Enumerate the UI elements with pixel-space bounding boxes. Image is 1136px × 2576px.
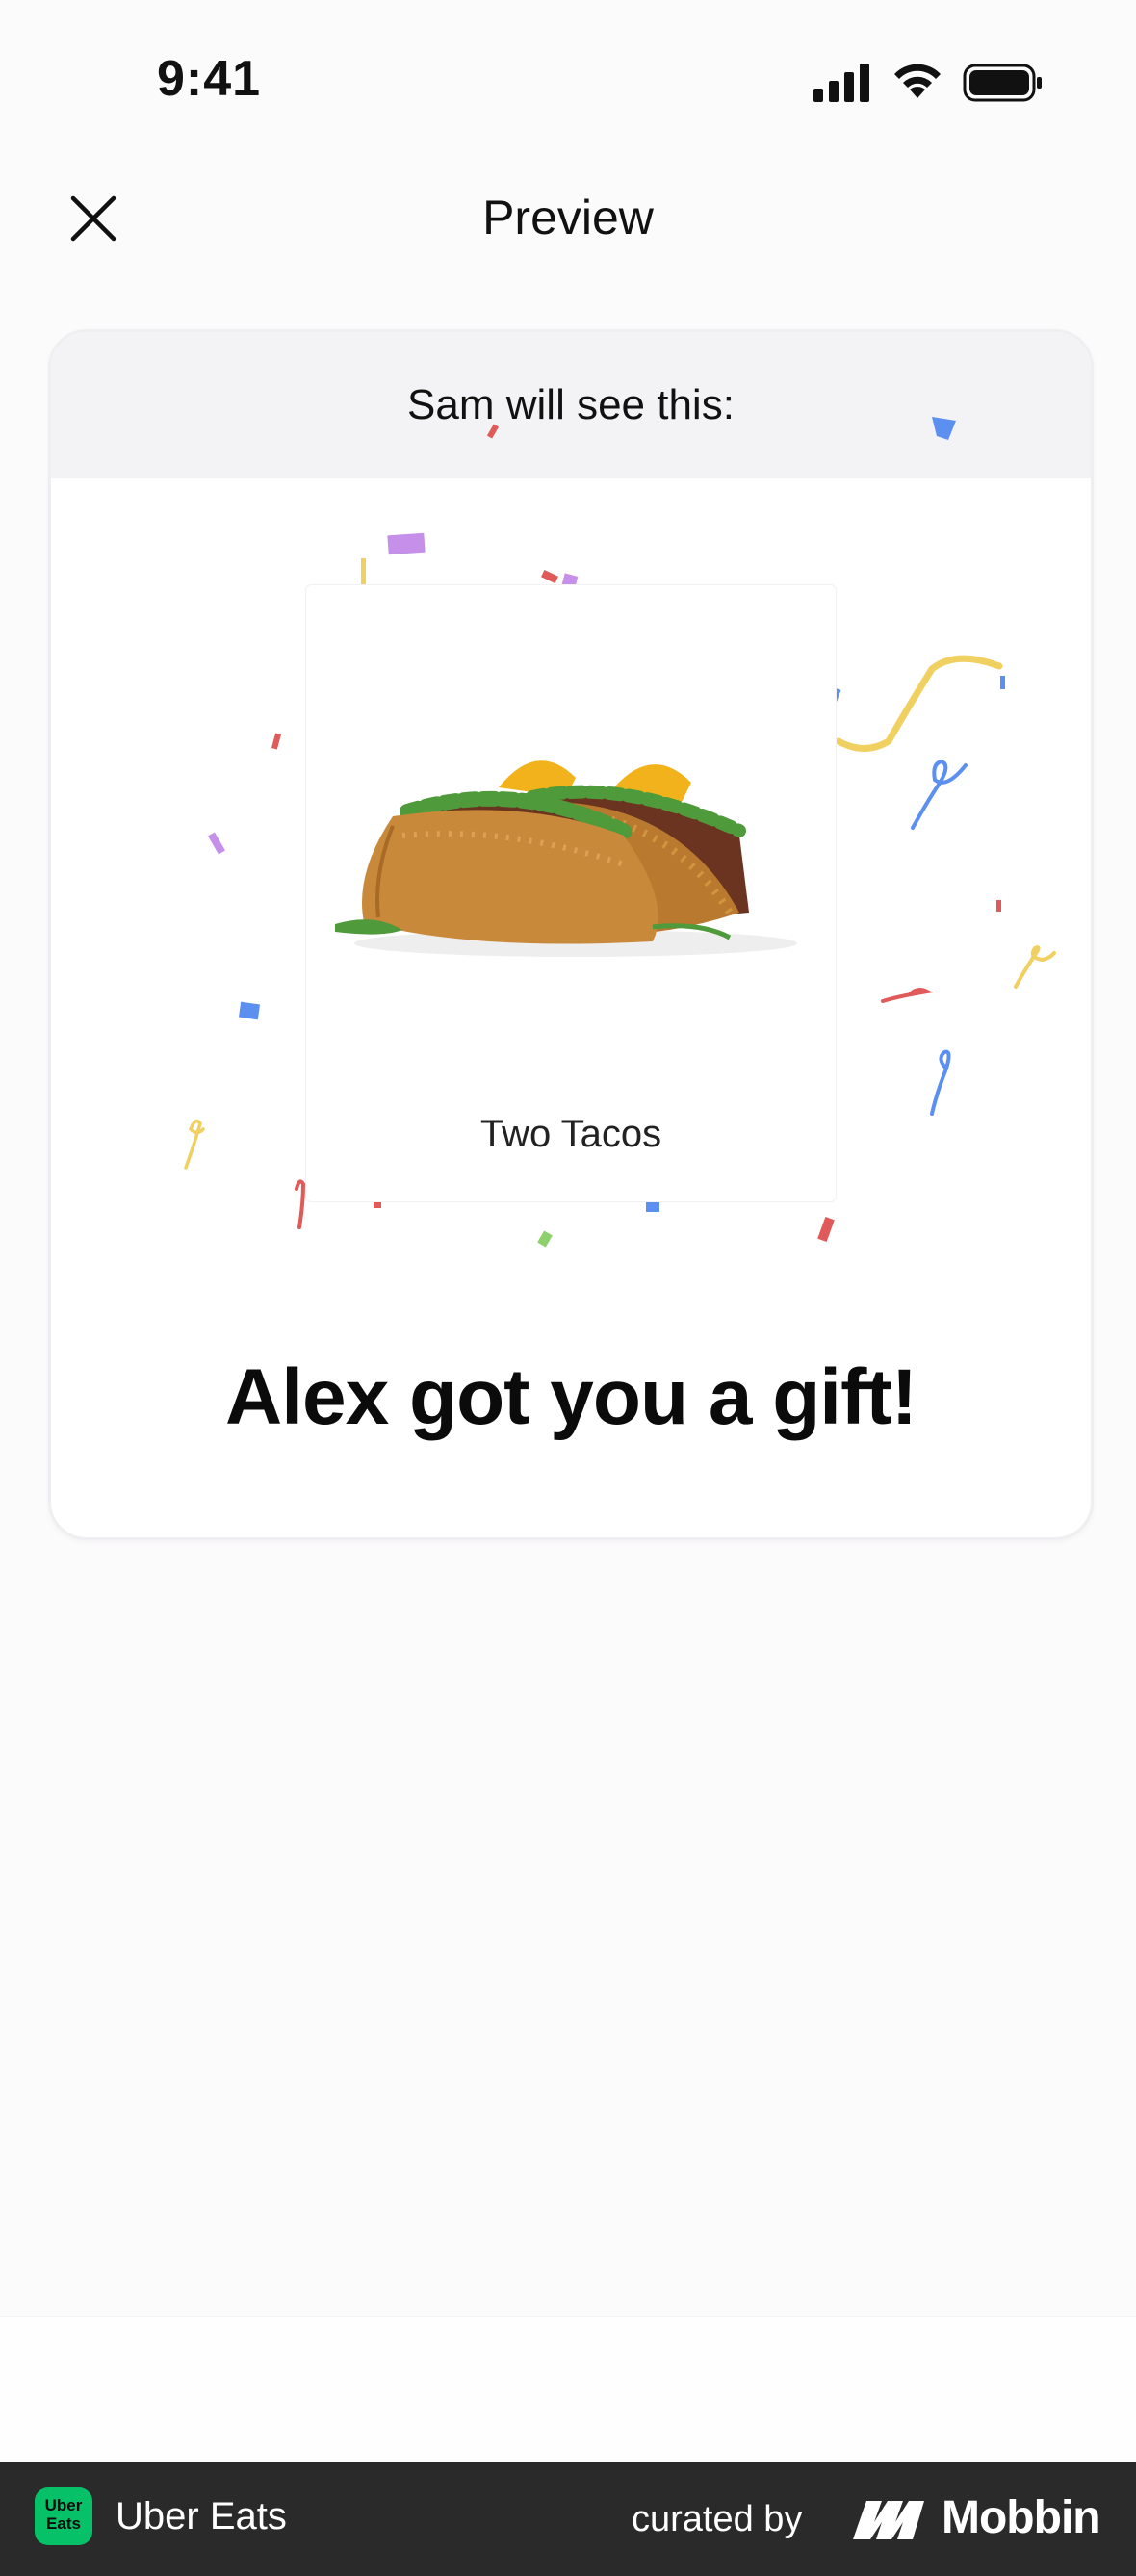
footer-bar: Uber Eats Uber Eats curated by Mobbin — [0, 2462, 1136, 2576]
bottom-area — [0, 2316, 1136, 2463]
status-time: 9:41 — [157, 51, 262, 107]
status-bar: 9:41 — [0, 0, 1136, 164]
cellular-signal-icon — [813, 64, 869, 102]
battery-icon — [963, 64, 1042, 102]
gift-item-name: Two Tacos — [479, 1113, 662, 1155]
gift-message-heading: Alex got you a gift! — [225, 1353, 917, 1441]
gift-preview-card: Sam will see this: Two Tacos Alex got yo… — [48, 329, 1094, 1540]
gift-item-card: Two Tacos — [305, 584, 837, 1202]
mobbin-brand: Mobbin — [942, 2492, 1101, 2543]
app-name: Uber Eats — [116, 2495, 287, 2537]
uber-eats-app-icon: Uber Eats — [35, 2487, 92, 2545]
page-title: Preview — [482, 191, 654, 245]
gift-item-image — [335, 760, 797, 957]
app-icon-label: Uber Eats — [44, 2496, 83, 2533]
curated-by-label: curated by — [632, 2499, 803, 2539]
mobbin-logo-icon — [853, 2501, 924, 2539]
wifi-icon — [894, 64, 941, 98]
